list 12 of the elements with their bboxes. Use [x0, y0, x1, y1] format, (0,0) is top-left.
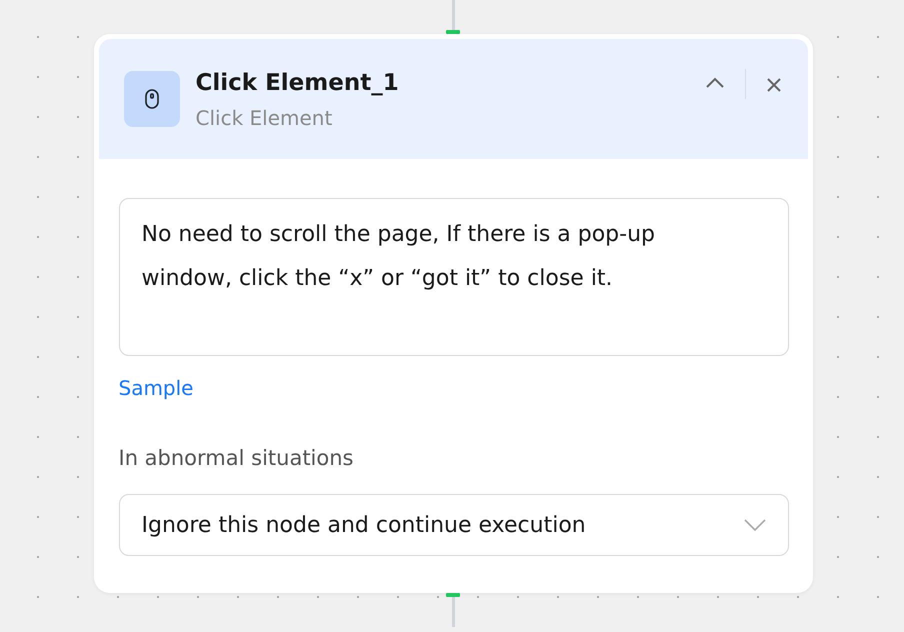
connector-line	[452, 0, 454, 30]
chevron-up-icon	[704, 77, 724, 89]
sample-link[interactable]: Sample	[118, 376, 194, 400]
node-type: Click Element	[196, 105, 334, 132]
chevron-down-icon	[744, 519, 766, 531]
close-icon	[766, 77, 782, 93]
node-title: Click Element_1	[196, 69, 400, 98]
mouse-icon	[124, 71, 180, 127]
action-dropdown[interactable]: Ignore this node and continue execution	[118, 494, 788, 556]
instruction-field[interactable]: No need to scroll the page, If there is a pop-up window, click the “x” or “got it” to close it.	[118, 198, 788, 356]
connector-line	[452, 597, 454, 627]
field-label: In abnormal situations	[118, 446, 354, 470]
